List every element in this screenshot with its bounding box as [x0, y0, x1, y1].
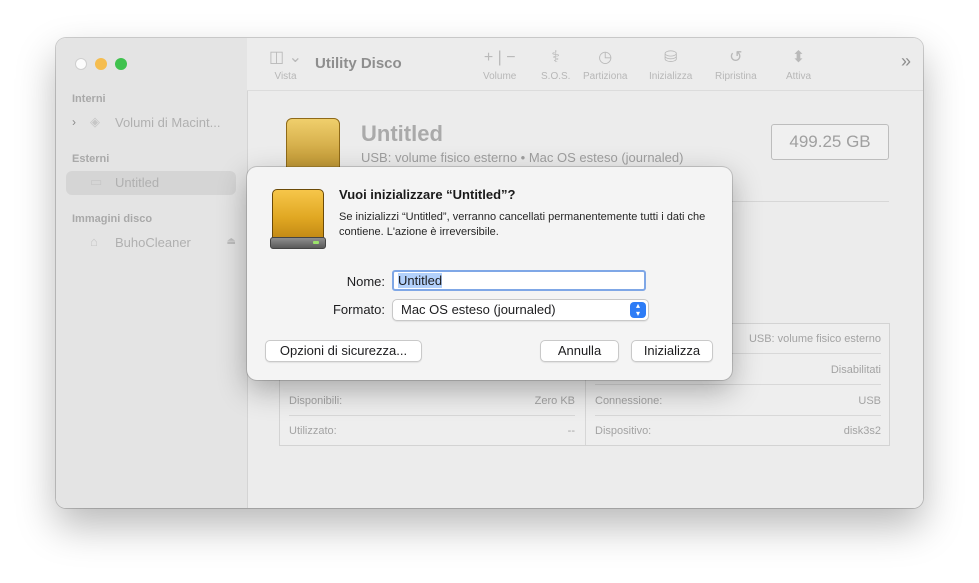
restore-icon: ↺	[729, 49, 743, 66]
info-value: USB: volume fisico esterno	[748, 333, 881, 345]
zoom-window-button[interactable]	[115, 58, 127, 70]
info-value: Zero KB	[534, 395, 575, 407]
toolbar: ◫ ⌄ Vista Utility Disco + | − Volume ⚕ S…	[247, 38, 923, 91]
info-value: --	[567, 425, 575, 437]
sidebar: Interni › ◈ Volumi di Macint... Esterni …	[56, 38, 248, 508]
erase-dialog: Vuoi inizializzare “Untitled”? Se inizia…	[247, 167, 732, 380]
partition-icon: ◷	[598, 49, 613, 66]
more-icon[interactable]: »	[901, 51, 911, 72]
sidebar-section-external: Esterni	[72, 153, 110, 165]
restore-button[interactable]: ↺ Ripristina	[715, 48, 757, 82]
volume-description: USB: volume fisico esterno • Mac OS este…	[361, 150, 684, 165]
info-row-available: Disponibili: Zero KB	[289, 386, 575, 416]
info-key: Connessione:	[595, 395, 663, 407]
info-value: USB	[858, 395, 881, 407]
security-options-button[interactable]: Opzioni di sicurezza...	[265, 340, 422, 362]
mount-label: Attiva	[786, 71, 812, 82]
erase-icon: ⛁	[663, 49, 678, 66]
sidebar-item-label: Untitled	[115, 175, 160, 190]
format-label: Formato:	[332, 302, 385, 317]
sidebar-item-untitled[interactable]: ▭ Untitled	[66, 171, 236, 195]
disk-image-icon: ⌂	[90, 234, 98, 249]
format-select-value: Mac OS esteso (journaled)	[401, 302, 556, 317]
close-window-button[interactable]	[75, 58, 87, 70]
sidebar-toggle-icon: ◫ ⌄	[269, 49, 302, 66]
partition-label: Partiziona	[583, 71, 628, 82]
chevron-right-icon[interactable]: ›	[72, 115, 76, 129]
cancel-button[interactable]: Annulla	[540, 340, 619, 362]
restore-label: Ripristina	[715, 71, 757, 82]
info-key: Utilizzato:	[289, 425, 337, 437]
name-label: Nome:	[346, 274, 385, 289]
sos-label: S.O.S.	[541, 71, 571, 82]
info-key: Disponibili:	[289, 395, 343, 407]
info-row-device: Dispositivo: disk3s2	[595, 416, 881, 446]
dialog-message: Se inizializzi “Untitled”, verranno canc…	[339, 211, 706, 238]
view-button[interactable]: ◫ ⌄ Vista	[269, 48, 302, 82]
popup-arrows-icon: ▴ ▾	[630, 302, 646, 318]
first-aid-icon: ⚕	[551, 49, 561, 66]
format-select[interactable]: Mac OS esteso (journaled) ▴ ▾	[392, 299, 649, 321]
volume-label: Volume	[483, 71, 517, 82]
window-title: Utility Disco	[315, 55, 402, 72]
info-row-used: Utilizzato: --	[289, 416, 575, 446]
partition-button[interactable]: ◷ Partiziona	[583, 48, 627, 82]
volume-button[interactable]: + | − Volume	[483, 48, 516, 82]
view-label: Vista	[274, 71, 297, 82]
volume-stack-icon: ◈	[90, 114, 100, 129]
info-value: Disabilitati	[830, 364, 881, 376]
sidebar-section-internal: Interni	[72, 93, 106, 105]
mount-icon: ⬍	[791, 49, 806, 66]
volume-name: Untitled	[361, 121, 443, 146]
sidebar-section-disk-images: Immagini disco	[72, 213, 153, 225]
add-remove-icon: + | −	[483, 49, 516, 66]
erase-confirm-button[interactable]: Inizializza	[631, 340, 713, 362]
eject-icon[interactable]: ⏏	[227, 236, 236, 247]
external-drive-icon	[270, 189, 326, 249]
sidebar-item-macintosh-volumes[interactable]: › ◈ Volumi di Macint...	[66, 111, 236, 135]
info-row-connection: Connessione: USB	[595, 386, 881, 416]
external-drive-icon: ▭	[90, 174, 103, 189]
name-field-value[interactable]: Untitled	[398, 273, 443, 288]
first-aid-button[interactable]: ⚕ S.O.S.	[541, 48, 570, 82]
sidebar-item-label: Volumi di Macint...	[115, 115, 221, 130]
name-field[interactable]: Untitled	[392, 270, 646, 291]
sidebar-item-buhocleaner[interactable]: ⌂ BuhoCleaner ⏏	[66, 231, 236, 255]
info-value: disk3s2	[843, 425, 881, 437]
erase-button[interactable]: ⛁ Inizializza	[649, 48, 692, 82]
dialog-title: Vuoi inizializzare “Untitled”?	[339, 187, 516, 202]
mount-button[interactable]: ⬍ Attiva	[786, 48, 811, 82]
minimize-window-button[interactable]	[95, 58, 107, 70]
info-key: Dispositivo:	[595, 425, 652, 437]
sidebar-item-label: BuhoCleaner	[115, 235, 191, 250]
erase-label: Inizializza	[649, 71, 693, 82]
capacity-badge: 499.25 GB	[771, 124, 889, 160]
